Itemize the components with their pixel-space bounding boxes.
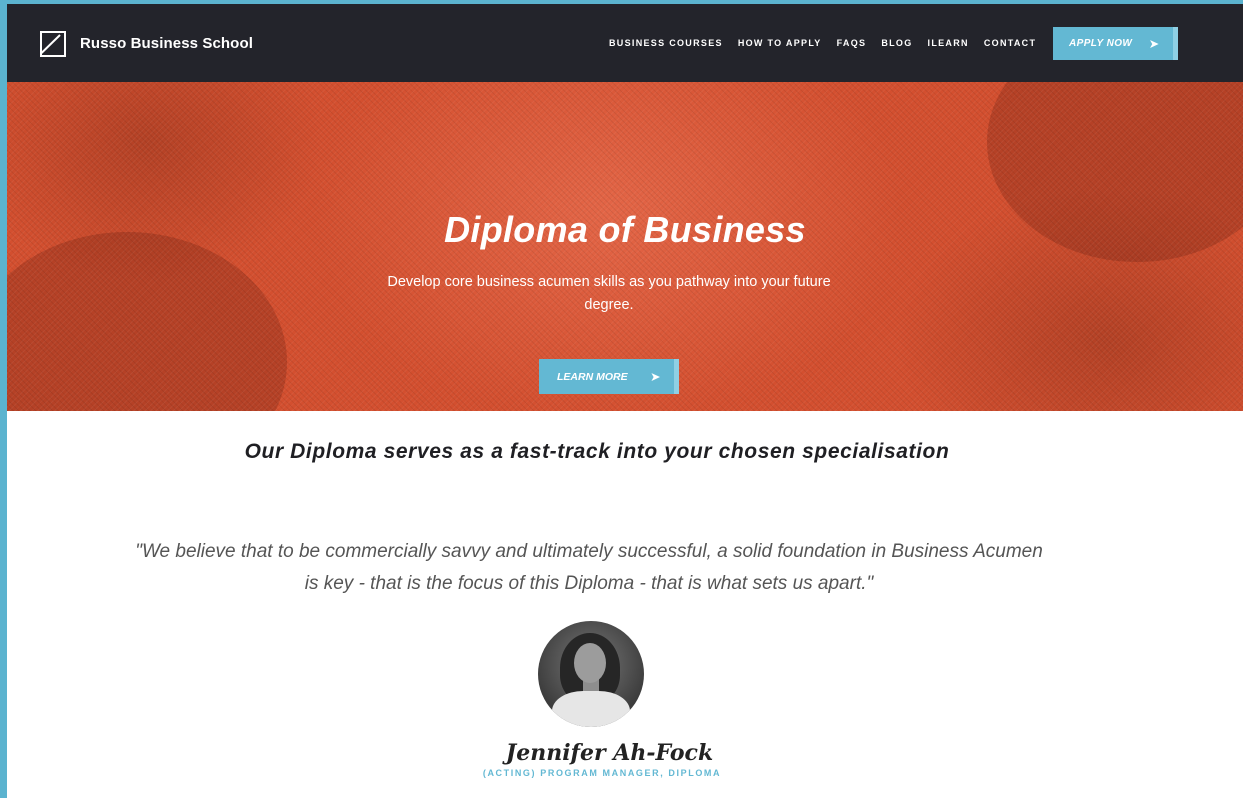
apply-now-button[interactable]: APPLY NOW ➤ — [1053, 27, 1178, 60]
hero-subtitle: Develop core business acumen skills as y… — [387, 274, 831, 313]
nav-ilearn[interactable]: ILEARN — [928, 38, 969, 48]
nav-contact[interactable]: CONTACT — [984, 38, 1036, 48]
avatar — [538, 621, 644, 727]
nav-blog[interactable]: BLOG — [881, 38, 912, 48]
hero-title: Diploma of Business — [444, 209, 806, 250]
arrow-right-icon: ➤ — [1149, 38, 1159, 50]
avatar-face — [574, 643, 606, 683]
apply-now-label: APPLY NOW — [1069, 38, 1133, 49]
square-slash-icon[interactable] — [40, 31, 66, 57]
brand-name[interactable]: Russo Business School — [80, 35, 253, 52]
learn-more-label: LEARN MORE — [557, 370, 628, 383]
learn-more-button[interactable]: LEARN MORE ➤ — [539, 359, 679, 394]
nav-business-courses[interactable]: BUSINESS COURSES — [609, 38, 723, 48]
signature-name: Jennifer Ah-Fock — [505, 740, 714, 766]
nav-how-to-apply[interactable]: HOW TO APPLY — [738, 38, 822, 48]
page: Russo Business School BUSINESS COURSES H… — [7, 4, 1243, 798]
top-navbar: Russo Business School BUSINESS COURSES H… — [7, 4, 1243, 82]
main-menu: BUSINESS COURSES HOW TO APPLY FAQS BLOG … — [609, 38, 1036, 48]
nav-faqs[interactable]: FAQS — [837, 38, 867, 48]
testimonial-quote: "We believe that to be commercially savv… — [135, 541, 1043, 594]
tagline-heading: Our Diploma serves as a fast-track into … — [244, 440, 950, 463]
hero-banner: Diploma of Business Develop core busines… — [7, 82, 1243, 411]
arrow-right-icon: ➤ — [650, 371, 660, 383]
person-role: (ACTING) PROGRAM MANAGER, DIPLOMA — [482, 768, 722, 778]
avatar-shoulders — [552, 691, 630, 727]
